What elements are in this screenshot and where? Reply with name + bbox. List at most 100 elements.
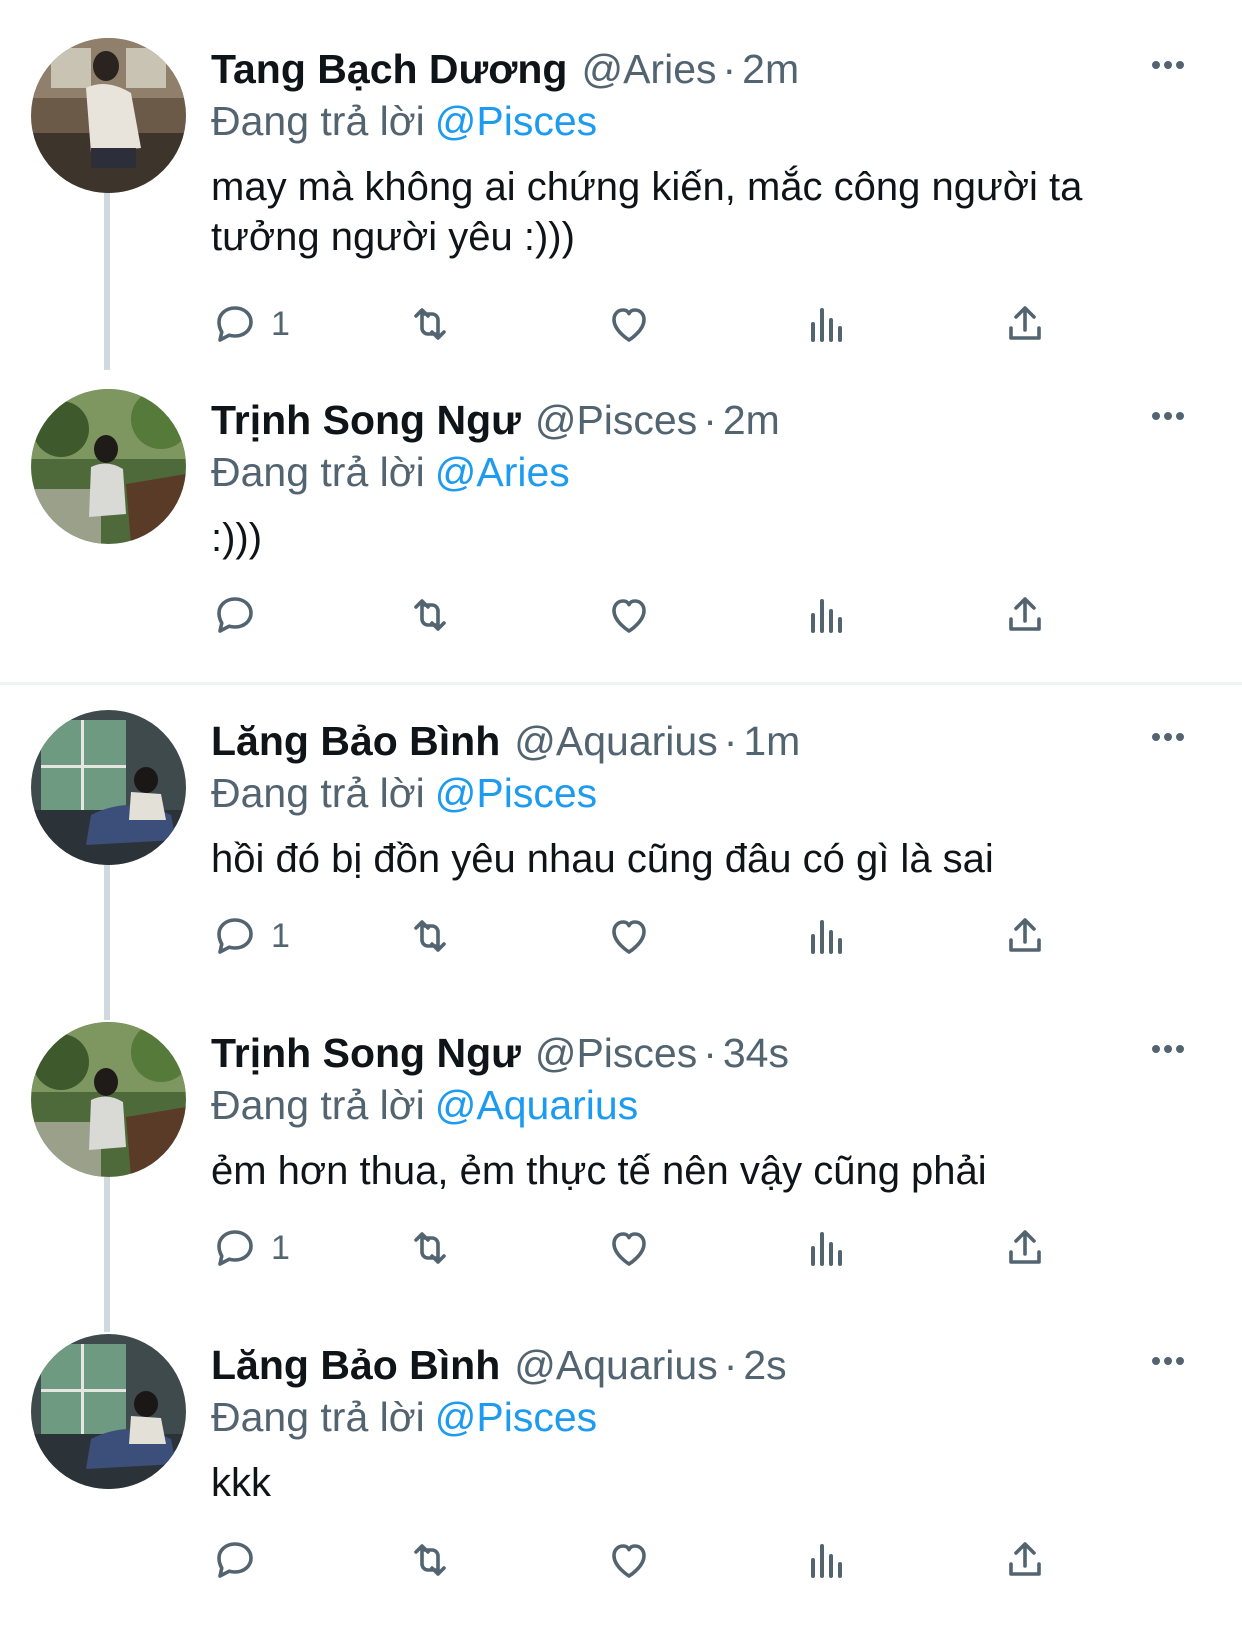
more-icon[interactable] (1152, 728, 1196, 748)
share-button[interactable] (1001, 906, 1049, 966)
tweet[interactable]: Trịnh Song Ngư @Pisces · 34s Đang trả lời @A… (0, 1022, 1242, 1332)
views-icon (811, 1544, 842, 1578)
share-icon (1009, 597, 1041, 631)
reply-button[interactable] (211, 1530, 271, 1590)
views-icon (811, 1232, 842, 1266)
timestamp[interactable]: 2m (723, 397, 780, 443)
retweet-button[interactable] (406, 294, 454, 354)
mention-link[interactable]: @Pisces (435, 770, 597, 816)
views-button[interactable] (803, 585, 851, 645)
timestamp[interactable]: 2m (742, 46, 799, 92)
retweet-icon (414, 1232, 446, 1264)
reply-icon (217, 597, 253, 633)
user-handle[interactable]: @Pisces (535, 397, 697, 443)
like-button[interactable] (605, 1530, 653, 1590)
retweet-button[interactable] (406, 1530, 454, 1590)
reply-button[interactable]: 1 (211, 1218, 290, 1278)
tweet-text: may mà không ai chứng kiến, mắc công ngư… (211, 165, 1083, 259)
tweet[interactable]: Trịnh Song Ngư @Pisces · 2m Đang trả lời @Ar… (0, 389, 1242, 699)
retweet-icon (414, 599, 446, 631)
share-icon (1009, 1542, 1041, 1576)
display-name[interactable]: Trịnh Song Ngư (211, 397, 521, 443)
more-icon[interactable] (1152, 1352, 1196, 1372)
reply-icon (217, 306, 253, 342)
separator-dot: · (703, 397, 717, 443)
reply-button[interactable]: 1 (211, 294, 290, 354)
mention-link[interactable]: @Aquarius (435, 1082, 638, 1128)
action-bar: 1 (211, 906, 1091, 966)
replying-prefix: Đang trả lời (211, 98, 425, 144)
replying-prefix: Đang trả lời (211, 770, 425, 816)
separator-dot: · (723, 1342, 738, 1388)
like-button[interactable] (605, 1218, 653, 1278)
avatar[interactable] (31, 1334, 186, 1489)
retweet-icon (414, 1544, 446, 1576)
retweet-button[interactable] (406, 906, 454, 966)
more-icon[interactable] (1152, 1040, 1196, 1060)
like-button[interactable] (605, 585, 653, 645)
share-button[interactable] (1001, 294, 1049, 354)
retweet-icon (414, 920, 446, 952)
views-button[interactable] (803, 906, 851, 966)
views-icon (811, 308, 842, 342)
replying-to: Đang trả lời @Pisces (211, 1392, 597, 1442)
retweet-button[interactable] (406, 1218, 454, 1278)
tweet-header: Trịnh Song Ngư @Pisces · 2m (211, 395, 780, 445)
timestamp[interactable]: 1m (743, 718, 800, 764)
views-icon (811, 920, 842, 954)
mention-link[interactable]: @Pisces (435, 98, 597, 144)
replying-prefix: Đang trả lời (211, 1394, 425, 1440)
display-name[interactable]: Lăng Bảo Bình (211, 1342, 500, 1388)
avatar[interactable] (31, 1022, 186, 1177)
timestamp[interactable]: 2s (743, 1342, 786, 1388)
display-name[interactable]: Lăng Bảo Bình (211, 718, 500, 764)
more-icon[interactable] (1152, 407, 1196, 427)
tweet[interactable]: Lăng Bảo Bình @Aquarius · 2s Đang trả lời @P… (0, 1334, 1242, 1644)
display-name[interactable]: Trịnh Song Ngư (211, 1030, 521, 1076)
action-bar: 1 (211, 1218, 1091, 1278)
views-button[interactable] (803, 294, 851, 354)
share-icon (1009, 1230, 1041, 1264)
tweet-header: Lăng Bảo Bình @Aquarius · 1m (211, 716, 800, 766)
share-button[interactable] (1001, 1530, 1049, 1590)
user-handle[interactable]: @Aquarius (514, 1342, 717, 1388)
action-bar: 1 (211, 294, 1091, 354)
like-icon (612, 308, 646, 342)
user-handle[interactable]: @Aquarius (514, 718, 717, 764)
replying-prefix: Đang trả lời (211, 449, 425, 495)
timestamp[interactable]: 34s (723, 1030, 789, 1076)
like-button[interactable] (605, 906, 653, 966)
separator-dot: · (703, 1030, 717, 1076)
user-handle[interactable]: @Aries (581, 46, 716, 92)
separator-dot: · (722, 46, 737, 92)
like-button[interactable] (605, 294, 653, 354)
mention-link[interactable]: @Pisces (435, 1394, 597, 1440)
retweet-icon (414, 308, 446, 340)
reply-button[interactable] (211, 585, 271, 645)
avatar[interactable] (31, 38, 186, 193)
views-icon (811, 599, 842, 633)
separator-dot: · (723, 718, 738, 764)
tweet-header: Trịnh Song Ngư @Pisces · 34s (211, 1028, 789, 1078)
like-icon (612, 1232, 646, 1266)
user-handle[interactable]: @Pisces (535, 1030, 697, 1076)
views-button[interactable] (803, 1218, 851, 1278)
reply-button[interactable]: 1 (211, 906, 290, 966)
views-button[interactable] (803, 1530, 851, 1590)
tweet[interactable]: Lăng Bảo Bình @Aquarius · 1m Đang trả lời @P… (0, 710, 1242, 1020)
mention-link[interactable]: @Aries (435, 449, 570, 495)
action-bar (211, 585, 1091, 645)
avatar[interactable] (31, 710, 186, 865)
more-icon[interactable] (1152, 56, 1196, 76)
share-icon (1009, 918, 1041, 952)
share-button[interactable] (1001, 585, 1049, 645)
like-icon (612, 1544, 646, 1578)
share-button[interactable] (1001, 1218, 1049, 1278)
tweet-text: kkk (211, 1461, 271, 1505)
reply-icon (217, 918, 253, 954)
display-name[interactable]: Tang Bạch Dương (211, 46, 567, 92)
replying-to: Đang trả lời @Pisces (211, 96, 597, 146)
retweet-button[interactable] (406, 585, 454, 645)
avatar[interactable] (31, 389, 186, 544)
tweet[interactable]: Tang Bạch Dương @Aries · 2m Đang trả lời @Pi… (0, 38, 1242, 348)
